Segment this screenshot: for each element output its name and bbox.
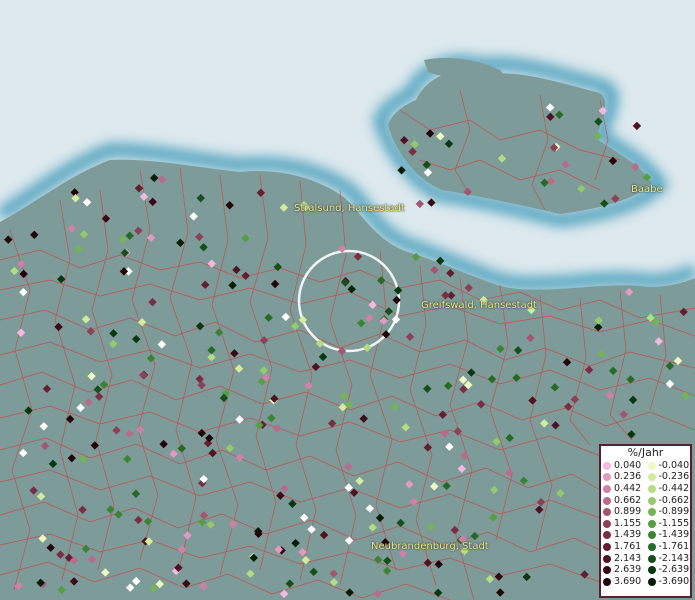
legend-entry-positive: 0.662 (601, 494, 646, 506)
legend-value: -0.899 (658, 506, 690, 518)
legend-title: %/Jahr (627, 446, 664, 459)
legend-entry-positive: 1.155 (601, 517, 646, 529)
legend-row: 2.143 -2.143 (601, 553, 690, 565)
legend-entry-positive: 3.690 (601, 575, 646, 587)
legend-swatch (603, 531, 611, 540)
legend-swatch (647, 496, 656, 505)
legend-value: -1.155 (658, 517, 690, 529)
legend-value: -2.143 (658, 552, 690, 564)
legend-value: -0.040 (658, 459, 690, 471)
legend-value: 0.442 (614, 482, 642, 494)
legend-entry-positive: 0.040 (601, 459, 646, 471)
legend-row: 1.439 -1.439 (601, 530, 690, 542)
legend-row: 0.040 -0.040 (601, 460, 690, 472)
legend-value: -0.662 (658, 494, 690, 506)
legend-value: 1.439 (614, 529, 642, 541)
legend-swatch (647, 461, 656, 470)
legend-value: -2.639 (658, 564, 690, 576)
legend-row: 0.442 -0.442 (601, 483, 690, 495)
legend-entry-positive: 1.439 (601, 530, 646, 540)
legend-entry-negative: -1.155 (646, 517, 691, 529)
legend-swatch (647, 566, 656, 575)
legend-entry-positive: 0.442 (601, 482, 646, 494)
label-baabe: Baabe (631, 184, 663, 195)
legend-swatch (647, 577, 656, 586)
legend-entry-negative: -0.236 (646, 472, 691, 482)
label-neubrandenburg: Neubrandenburg, Stadt (371, 541, 489, 552)
legend-entry-positive: 2.639 (601, 565, 646, 575)
legend-row: 1.155 -1.155 (601, 518, 690, 530)
legend-row: 2.639 -2.639 (601, 564, 690, 576)
legend-value: 0.899 (614, 506, 642, 518)
legend-swatch (647, 508, 656, 517)
legend-entry-negative: -0.442 (646, 482, 691, 494)
legend-value: -0.236 (658, 471, 690, 483)
legend: %/Jahr 0.040 -0.040 0.236 -0.236 0.442 -0.442… (599, 444, 692, 598)
legend-swatch (647, 542, 656, 551)
legend-swatch (603, 519, 611, 528)
legend-entry-negative: -1.439 (646, 530, 691, 540)
legend-swatch (603, 577, 611, 586)
legend-entry-negative: -1.761 (646, 540, 691, 552)
map-canvas[interactable] (0, 0, 695, 600)
legend-value: -1.761 (658, 540, 690, 552)
legend-row: 0.236 -0.236 (601, 472, 690, 484)
legend-value: -0.442 (658, 482, 690, 494)
legend-entry-negative: -2.143 (646, 552, 691, 564)
legend-swatch (603, 484, 611, 493)
legend-swatch (647, 531, 656, 540)
legend-value: 3.690 (614, 575, 642, 587)
legend-entry-negative: -2.639 (646, 565, 691, 575)
legend-swatch (603, 508, 611, 517)
legend-value: 0.662 (614, 494, 642, 506)
legend-rows: 0.040 -0.040 0.236 -0.236 0.442 -0.442 0.662 -0… (601, 460, 690, 588)
legend-swatch (603, 542, 611, 551)
legend-swatch (647, 519, 656, 528)
label-greifswald: Greifswald, Hansestadt (421, 300, 537, 311)
legend-value: 2.639 (614, 564, 642, 576)
legend-value: 1.761 (614, 540, 642, 552)
legend-swatch (603, 554, 611, 563)
legend-entry-positive: 1.761 (601, 540, 646, 552)
legend-swatch (603, 566, 611, 575)
legend-value: 0.040 (614, 459, 642, 471)
legend-value: -3.690 (658, 575, 690, 587)
legend-value: 1.155 (614, 517, 642, 529)
legend-value: -1.439 (658, 529, 690, 541)
legend-row: 1.761 -1.761 (601, 541, 690, 553)
legend-row: 0.662 -0.662 (601, 495, 690, 507)
legend-entry-positive: 2.143 (601, 552, 646, 564)
legend-swatch (647, 473, 656, 482)
legend-entry-negative: -0.899 (646, 507, 691, 517)
legend-value: 2.143 (614, 552, 642, 564)
legend-row: 3.690 -3.690 (601, 576, 690, 588)
legend-entry-negative: -3.690 (646, 575, 691, 587)
legend-entry-negative: -0.040 (646, 459, 691, 471)
legend-entry-positive: 0.236 (601, 472, 646, 482)
legend-swatch (647, 554, 656, 563)
legend-entry-negative: -0.662 (646, 494, 691, 506)
legend-row: 0.899 -0.899 (601, 506, 690, 518)
legend-swatch (603, 461, 611, 470)
legend-swatch (603, 496, 611, 505)
legend-entry-positive: 0.899 (601, 507, 646, 517)
label-stralsund: Stralsund, Hansestadt (294, 203, 405, 214)
legend-value: 0.236 (614, 471, 642, 483)
legend-swatch (647, 484, 656, 493)
legend-swatch (603, 473, 611, 482)
